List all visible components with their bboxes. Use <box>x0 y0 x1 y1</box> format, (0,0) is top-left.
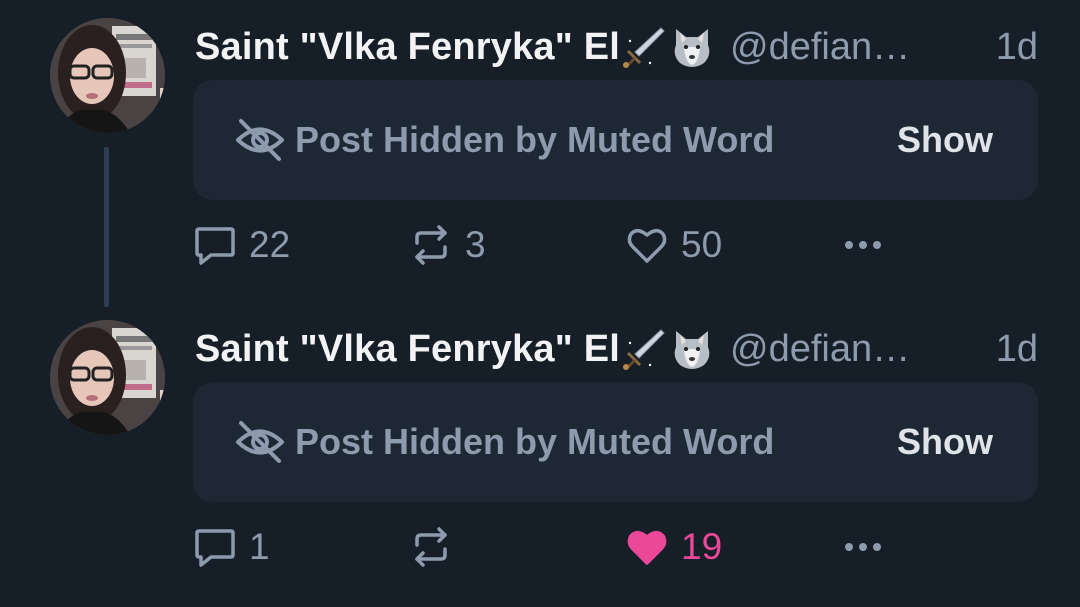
repost-button[interactable]: 3 <box>409 218 486 272</box>
post-actions: 1 19 <box>193 520 893 574</box>
repost-button[interactable] <box>409 520 465 574</box>
post-header: Saint "Vlka Fenryka" El @defian… 1d <box>195 22 1038 72</box>
reply-button[interactable]: 1 <box>193 520 270 574</box>
post-actions: 22 3 50 <box>193 218 893 272</box>
feed-post[interactable]: Saint "Vlka Fenryka" El @defian… 1d Post… <box>0 0 1080 307</box>
eye-slash-icon <box>233 415 287 469</box>
more-icon <box>841 525 885 569</box>
heart-icon <box>625 223 669 267</box>
hidden-post-label: Post Hidden by Muted Word <box>295 421 775 462</box>
avatar[interactable] <box>50 18 165 133</box>
wolf-emoji <box>668 23 716 71</box>
author-name[interactable]: Saint "Vlka Fenryka" El <box>195 26 620 69</box>
repost-count: 3 <box>465 224 486 265</box>
like-button[interactable]: 50 <box>625 218 722 272</box>
dagger-emoji <box>620 23 668 71</box>
post-timestamp[interactable]: 1d <box>996 328 1038 371</box>
post-header: Saint "Vlka Fenryka" El @defian… 1d <box>195 324 1038 374</box>
reply-button[interactable]: 22 <box>193 218 290 272</box>
wolf-emoji <box>668 325 716 373</box>
like-button[interactable]: 19 <box>625 520 722 574</box>
reply-icon <box>193 223 237 267</box>
more-options-button[interactable] <box>841 218 885 272</box>
hidden-post-label: Post Hidden by Muted Word <box>295 119 775 160</box>
like-count: 19 <box>681 526 723 567</box>
thread-line <box>104 147 109 307</box>
avatar[interactable] <box>50 320 165 435</box>
hidden-post-notice: Post Hidden by Muted Word Show <box>193 382 1038 502</box>
more-options-button[interactable] <box>841 520 885 574</box>
dagger-emoji <box>620 325 668 373</box>
like-count: 50 <box>681 224 723 265</box>
reply-icon <box>193 525 237 569</box>
author-handle[interactable]: @defian… <box>730 26 990 69</box>
feed-post[interactable]: Saint "Vlka Fenryka" El @defian… 1d Post… <box>0 302 1080 607</box>
heart-icon <box>625 525 669 569</box>
reply-count: 22 <box>249 224 291 265</box>
eye-slash-icon <box>233 113 287 167</box>
repost-icon <box>409 223 453 267</box>
show-post-button[interactable]: Show <box>897 421 993 463</box>
hidden-post-notice: Post Hidden by Muted Word Show <box>193 80 1038 200</box>
show-post-button[interactable]: Show <box>897 119 993 161</box>
more-icon <box>841 223 885 267</box>
reply-count: 1 <box>249 526 270 567</box>
post-timestamp[interactable]: 1d <box>996 26 1038 69</box>
author-handle[interactable]: @defian… <box>730 328 990 371</box>
repost-icon <box>409 525 453 569</box>
author-name[interactable]: Saint "Vlka Fenryka" El <box>195 328 620 371</box>
